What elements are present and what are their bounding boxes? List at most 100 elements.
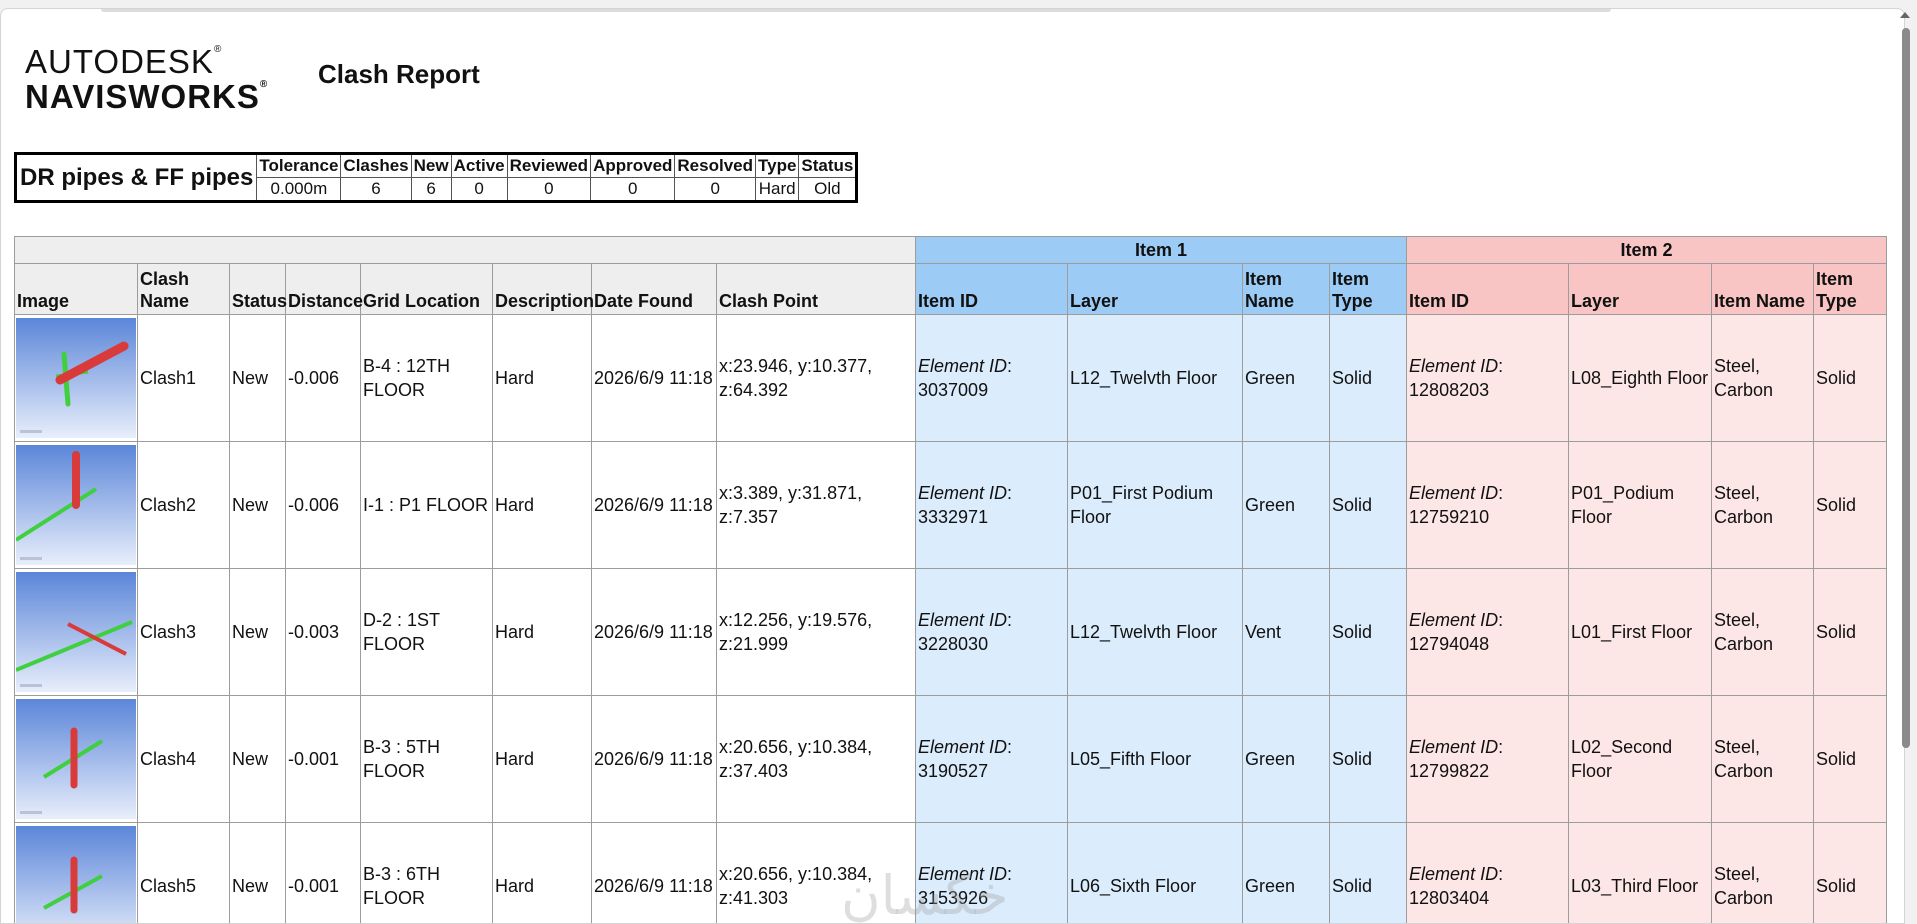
summary-value: Old [799,178,857,202]
clash-distance: -0.006 [286,315,361,442]
clash-row: Clash2New-0.006I-1 : P1 FLOORHard2026/6/… [15,442,1887,569]
vertical-scrollbar[interactable] [1900,28,1912,908]
scrollbar-thumb[interactable] [1902,28,1910,748]
item2-type: Solid [1814,315,1887,442]
report-page: AUTODESK® NAVISWORKS® Clash Report DR pi… [0,8,1905,924]
clash-results-table: Item 1 Item 2 Image Clash Name Status Di… [14,236,1887,924]
element-id-label: Element ID [918,610,1007,630]
clash-thumbnail [15,696,138,823]
col-item2-type: Item Type [1814,264,1887,315]
summary-header: Resolved [675,154,756,178]
item1-type: Solid [1330,315,1407,442]
col-item2-layer: Layer [1569,264,1712,315]
clash-date-found: 2026/6/9 11:18 [592,823,717,924]
item2-type: Solid [1814,823,1887,924]
group-header-item1: Item 1 [916,237,1407,264]
item1-name: Green [1243,315,1330,442]
clash-distance: -0.001 [286,696,361,823]
item2-type: Solid [1814,696,1887,823]
item2-name: Steel, Carbon [1712,696,1814,823]
clash-date-found: 2026/6/9 11:18 [592,442,717,569]
col-date-found: Date Found [592,264,717,315]
item2-id-value: 12808203 [1409,380,1489,400]
summary-header: Active [451,154,507,178]
clash-status: New [230,569,286,696]
item2-id: Element ID:12803404 [1407,823,1569,924]
clash-grid-location: B-3 : 6TH FLOOR [361,823,493,924]
clash-distance: -0.003 [286,569,361,696]
item2-id-value: 12759210 [1409,507,1489,527]
col-grid-location: Grid Location [361,264,493,315]
clash-point: x:20.656, y:10.384, z:37.403 [717,696,916,823]
item1-type: Solid [1330,696,1407,823]
item1-type: Solid [1330,569,1407,696]
summary-value: 0 [675,178,756,202]
item1-name: Green [1243,696,1330,823]
element-id-label: Element ID [1409,483,1498,503]
item1-type: Solid [1330,442,1407,569]
clash-preview-image [16,445,136,565]
item1-id-value: 3037009 [918,380,988,400]
summary-value: 0 [591,178,675,202]
clash-thumbnail [15,569,138,696]
clash-row: Clash1New-0.006B-4 : 12TH FLOORHard2026/… [15,315,1887,442]
item2-name: Steel, Carbon [1712,823,1814,924]
item1-layer: L05_Fifth Floor [1068,696,1243,823]
col-item1-name: Item Name [1243,264,1330,315]
item1-id: Element ID:3332971 [916,442,1068,569]
item2-layer: L01_First Floor [1569,569,1712,696]
clash-thumbnail [15,823,138,924]
clash-grid-location: I-1 : P1 FLOOR [361,442,493,569]
item1-id-value: 3332971 [918,507,988,527]
item1-name: Green [1243,442,1330,569]
clash-status: New [230,823,286,924]
item2-id-value: 12803404 [1409,888,1489,908]
clash-name: Clash5 [138,823,230,924]
item2-id-value: 12799822 [1409,761,1489,781]
column-header-row: Image Clash Name Status Distance Grid Lo… [15,264,1887,315]
summary-value: 6 [341,178,411,202]
item1-id: Element ID:3228030 [916,569,1068,696]
clash-distance: -0.006 [286,442,361,569]
summary-header: Clashes [341,154,411,178]
clash-date-found: 2026/6/9 11:18 [592,696,717,823]
item1-layer: L12_Twelvth Floor [1068,315,1243,442]
summary-header: New [411,154,451,178]
clash-description: Hard [493,315,592,442]
col-image: Image [15,264,138,315]
summary-value: Hard [756,178,799,202]
clash-distance: -0.001 [286,823,361,924]
clash-grid-location: D-2 : 1ST FLOOR [361,569,493,696]
scroll-up-arrow-icon[interactable] [1900,12,1910,18]
watermark: خکسان [841,864,1008,924]
clash-grid-location: B-3 : 5TH FLOOR [361,696,493,823]
clash-name: Clash2 [138,442,230,569]
clash-preview-image [16,699,136,819]
clash-name: Clash1 [138,315,230,442]
item1-id-value: 3228030 [918,634,988,654]
element-id-label: Element ID [918,483,1007,503]
summary-header: Tolerance [257,154,341,178]
col-item2-id: Item ID [1407,264,1569,315]
item2-layer: L02_Second Floor [1569,696,1712,823]
clash-status: New [230,696,286,823]
clash-row: Clash4New-0.001B-3 : 5TH FLOORHard2026/6… [15,696,1887,823]
clash-row: Clash3New-0.003D-2 : 1ST FLOORHard2026/6… [15,569,1887,696]
clash-status: New [230,442,286,569]
item2-type: Solid [1814,442,1887,569]
clash-description: Hard [493,696,592,823]
item2-id: Element ID:12759210 [1407,442,1569,569]
col-description: Description [493,264,592,315]
summary-header: Type [756,154,799,178]
item2-layer: P01_Podium Floor [1569,442,1712,569]
summary-header-row: DR pipes & FF pipes Tolerance Clashes Ne… [16,154,857,178]
summary-header: Reviewed [507,154,590,178]
item1-name: Green [1243,823,1330,924]
clash-description: Hard [493,823,592,924]
clash-grid-location: B-4 : 12TH FLOOR [361,315,493,442]
clash-thumbnail [15,315,138,442]
clash-description: Hard [493,442,592,569]
summary-value: 0 [451,178,507,202]
col-item2-name: Item Name [1712,264,1814,315]
item1-id: Element ID:3190527 [916,696,1068,823]
